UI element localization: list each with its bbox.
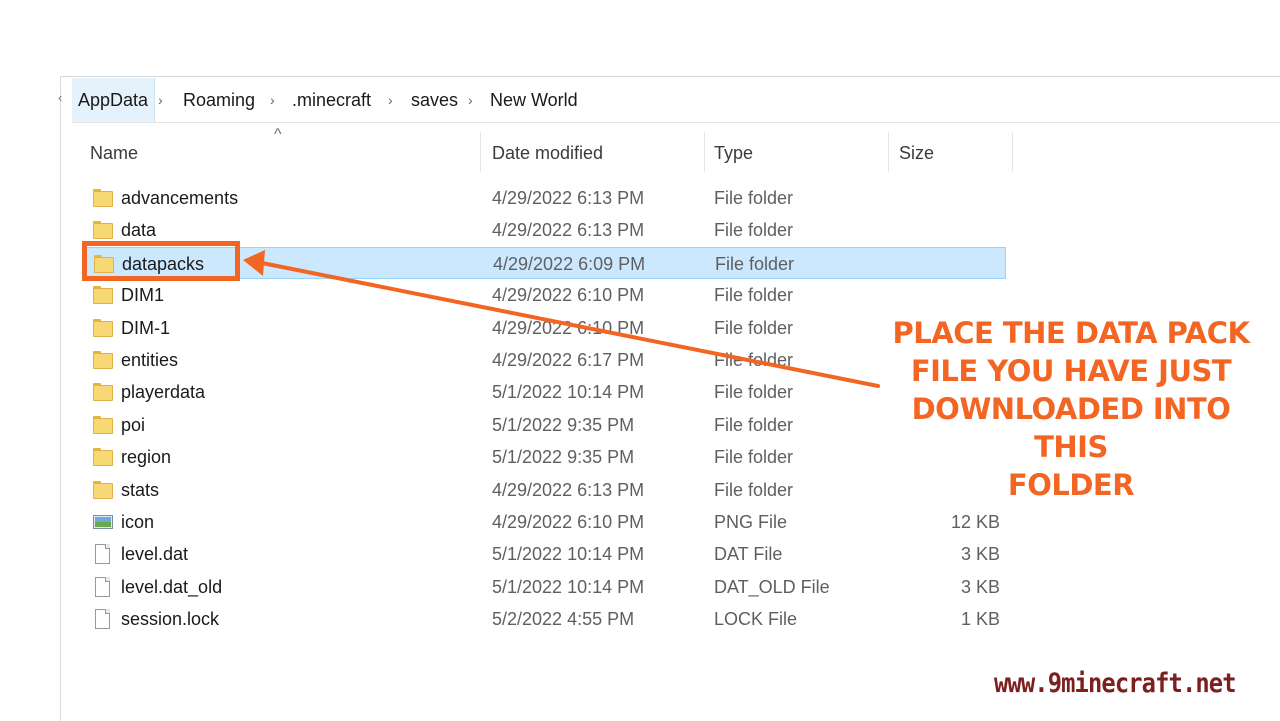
file-date-modified: 5/1/2022 10:14 PM <box>492 382 645 403</box>
file-date-modified: 4/29/2022 6:13 PM <box>492 220 645 241</box>
file-name: session.lock <box>121 609 220 630</box>
file-size: 3 KB <box>960 576 1000 597</box>
file-name: level.dat_old <box>121 576 223 597</box>
file-type: DAT_OLD File <box>714 576 830 597</box>
file-size: 1 KB <box>960 609 1000 630</box>
instruction-line: DOWNLOADED INTO THIS <box>911 392 1231 464</box>
folder-icon <box>93 382 114 402</box>
breadcrumb-separator-icon[interactable]: › <box>158 78 163 122</box>
instruction-line: FOLDER <box>1007 468 1135 502</box>
folder-icon <box>93 447 114 467</box>
breadcrumb-saves[interactable]: saves <box>405 78 464 122</box>
file-date-modified: 4/29/2022 6:10 PM <box>492 317 645 338</box>
file-name: entities <box>121 350 179 370</box>
column-divider[interactable] <box>704 132 705 172</box>
breadcrumb-overflow-icon[interactable]: ‹ <box>58 90 62 105</box>
file-size <box>884 182 1000 214</box>
file-row[interactable]: level.dat_old 5/1/2022 10:14 PM DAT_OLD Fi… <box>84 571 1006 603</box>
file-name: DIM-1 <box>121 317 170 338</box>
file-row[interactable]: level.dat 5/1/2022 10:14 PM DAT File 3 KB <box>84 538 1006 570</box>
file-type: PNG File <box>714 512 788 532</box>
file-row[interactable]: DIM-1 4/29/2022 6:10 PM File folder <box>84 312 1006 344</box>
instruction-line: PLACE THE DATA PACK <box>892 316 1250 350</box>
column-header-name[interactable]: Name <box>90 130 470 174</box>
file-row[interactable]: DIM1 4/29/2022 6:10 PM File folder <box>84 279 1006 311</box>
folder-icon <box>93 220 114 240</box>
highlight-box <box>82 241 240 281</box>
file-icon <box>93 544 114 565</box>
instruction-text: PLACE THE DATA PACK FILE YOU HAVE JUST D… <box>884 314 1258 504</box>
file-row[interactable]: advancements 4/29/2022 6:13 PM File folder <box>84 182 1006 214</box>
file-date-modified: 5/1/2022 10:14 PM <box>492 544 645 565</box>
file-date-modified: 5/1/2022 10:14 PM <box>492 576 645 597</box>
file-size: 3 KB <box>960 544 1000 565</box>
file-row[interactable]: playerdata 5/1/2022 10:14 PM File folder <box>84 376 1006 408</box>
file-size: 12 KB <box>950 512 1000 532</box>
address-bar[interactable]: ‹ AppData › Roaming › .minecraft › saves… <box>58 78 1280 123</box>
file-row[interactable]: icon 4/29/2022 6:10 PM PNG File 12 KB <box>84 506 1006 538</box>
file-type: LOCK File <box>714 609 798 630</box>
file-row[interactable]: stats 4/29/2022 6:13 PM File folder <box>84 474 1006 506</box>
file-date-modified: 5/1/2022 9:35 PM <box>492 447 635 468</box>
file-name: advancements <box>121 188 239 208</box>
file-date-modified: 4/29/2022 6:13 PM <box>492 479 645 500</box>
breadcrumb-new-world[interactable]: New World <box>484 78 584 122</box>
breadcrumb-separator-icon[interactable]: › <box>468 78 473 122</box>
file-row[interactable]: region 5/1/2022 9:35 PM File folder <box>84 441 1006 473</box>
column-header-type[interactable]: Type <box>714 130 874 174</box>
file-type: File folder <box>715 253 795 274</box>
file-date-modified: 5/1/2022 9:35 PM <box>492 414 635 435</box>
file-type: File folder <box>714 188 794 208</box>
column-header-date-modified[interactable]: Date modified <box>492 130 692 174</box>
file-icon <box>93 576 114 597</box>
file-type: File folder <box>714 447 794 468</box>
folder-icon <box>93 285 114 305</box>
file-type: File folder <box>714 317 794 338</box>
file-name: icon <box>121 512 155 532</box>
breadcrumb-appdata[interactable]: AppData <box>72 78 156 122</box>
file-size <box>884 279 1000 311</box>
folder-icon <box>93 350 114 370</box>
breadcrumb-minecraft[interactable]: .minecraft <box>286 78 377 122</box>
breadcrumb-separator-icon[interactable]: › <box>270 78 275 122</box>
breadcrumb-separator-icon[interactable]: › <box>388 78 393 122</box>
file-type: DAT File <box>714 544 783 565</box>
folder-icon <box>93 480 114 500</box>
file-date-modified: 5/2/2022 4:55 PM <box>492 609 635 630</box>
column-divider[interactable] <box>888 132 889 172</box>
file-type: File folder <box>714 414 794 435</box>
file-type: File folder <box>714 382 794 403</box>
file-type: File folder <box>714 285 794 306</box>
file-type: File folder <box>714 479 794 500</box>
instruction-line: FILE YOU HAVE JUST <box>910 354 1232 388</box>
folder-icon <box>93 318 114 338</box>
file-date-modified: 4/29/2022 6:09 PM <box>493 253 646 274</box>
file-name: stats <box>121 479 160 500</box>
file-type: File folder <box>714 350 794 370</box>
file-size <box>885 248 1001 280</box>
breadcrumb-roaming[interactable]: Roaming <box>177 78 261 122</box>
file-row[interactable]: poi 5/1/2022 9:35 PM File folder <box>84 409 1006 441</box>
file-name: poi <box>121 414 146 435</box>
file-date-modified: 4/29/2022 6:10 PM <box>492 285 645 306</box>
column-divider[interactable] <box>1012 132 1013 172</box>
folder-icon <box>93 415 114 435</box>
image-file-icon <box>93 512 114 532</box>
file-date-modified: 4/29/2022 6:17 PM <box>492 350 645 370</box>
column-header-size[interactable]: Size <box>899 130 999 174</box>
file-name: level.dat <box>121 544 189 565</box>
file-name: region <box>121 447 172 468</box>
file-icon <box>93 609 114 630</box>
file-date-modified: 4/29/2022 6:10 PM <box>492 512 645 532</box>
file-row[interactable]: session.lock 5/2/2022 4:55 PM LOCK File 1 K… <box>84 603 1006 635</box>
file-name: playerdata <box>121 382 206 403</box>
column-divider[interactable] <box>480 132 481 172</box>
file-row[interactable]: entities 4/29/2022 6:17 PM File folder <box>84 344 1006 376</box>
folder-icon <box>93 188 114 208</box>
file-name: DIM1 <box>121 285 165 306</box>
file-size <box>884 214 1000 246</box>
file-type: File folder <box>714 220 794 241</box>
watermark-text: www.9minecraft.net <box>994 668 1237 699</box>
file-date-modified: 4/29/2022 6:13 PM <box>492 188 645 208</box>
